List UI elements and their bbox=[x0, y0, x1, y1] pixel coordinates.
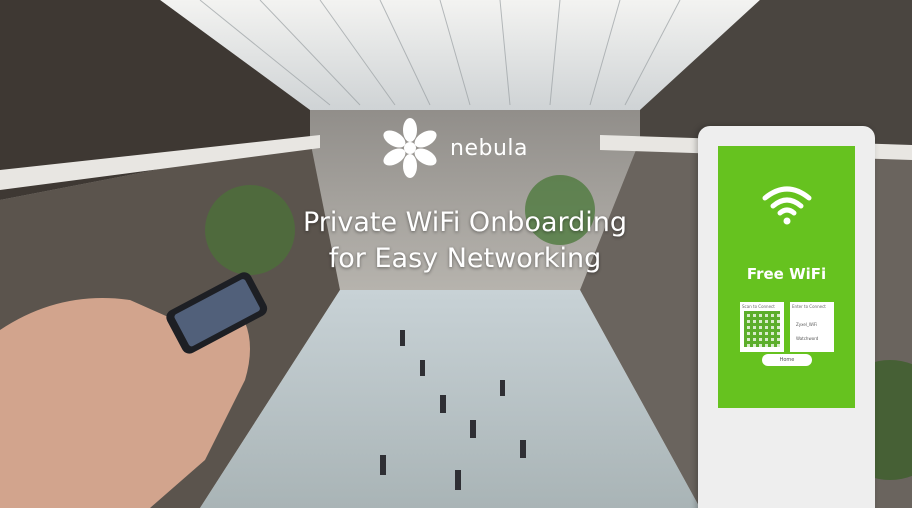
headline-line-2: for Easy Networking bbox=[328, 243, 602, 274]
wifi-icon bbox=[762, 186, 812, 225]
smartphone-icon bbox=[166, 272, 268, 354]
ssid-label: Zyxel_WiFi bbox=[796, 322, 818, 327]
mall-photo-scene: nebula Private WiFi Onboarding for Easy … bbox=[0, 0, 912, 508]
brand-logo: nebula bbox=[380, 116, 528, 180]
kiosk-title: Free WiFi bbox=[746, 265, 827, 283]
scan-label: Scan to Connect bbox=[742, 304, 775, 309]
enter-label: Enter to Connect bbox=[792, 304, 826, 309]
qr-code-icon bbox=[744, 311, 780, 347]
nebula-logo-icon bbox=[383, 118, 437, 178]
wifi-kiosk: Free WiFi Scan to Connect Enter to Conne… bbox=[698, 126, 875, 508]
headline-line-1: Private WiFi Onboarding bbox=[302, 207, 628, 238]
headline: Private WiFi Onboarding for Easy Network… bbox=[250, 205, 680, 277]
password-label: Watchword bbox=[796, 336, 819, 341]
home-button[interactable]: Home bbox=[762, 354, 812, 366]
qr-card: Scan to Connect bbox=[740, 302, 784, 352]
brand-name: nebula bbox=[450, 135, 528, 161]
kiosk-screen: Free WiFi Scan to Connect Enter to Conne… bbox=[718, 146, 855, 408]
credentials-card: Enter to Connect Zyxel_WiFi Watchword bbox=[790, 302, 834, 352]
